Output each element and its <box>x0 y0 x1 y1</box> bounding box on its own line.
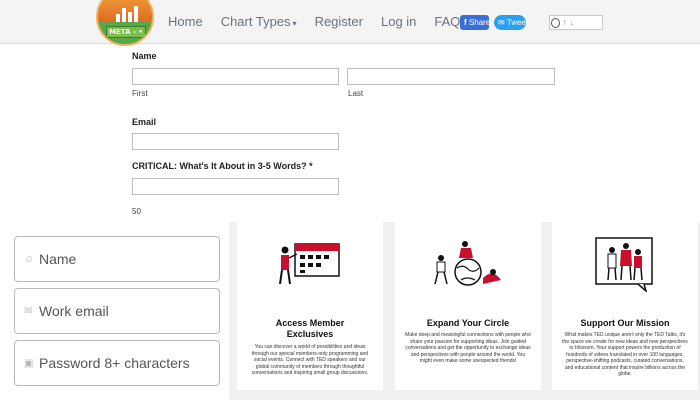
logo-ribbon: META - • <box>106 26 146 38</box>
reddit-icon <box>551 17 560 28</box>
facebook-icon: f <box>464 18 467 27</box>
last-name-input[interactable] <box>347 68 555 85</box>
signup-password-field[interactable]: ▣ Password 8+ characters <box>14 340 220 386</box>
facebook-share-label: Share <box>468 18 491 27</box>
calendar-illustration <box>279 243 340 285</box>
site-logo[interactable]: META - • <box>96 0 154 46</box>
nav-faq[interactable]: FAQ <box>434 14 460 29</box>
critical-input[interactable] <box>132 178 339 195</box>
nav-chart-types[interactable]: Chart Types ▾ <box>221 14 297 29</box>
nav-chart-types-label: Chart Types <box>220 14 291 29</box>
card-body-member-exclusives: You can discover a world of possibilitie… <box>251 344 369 376</box>
card-support-mission: Support Our Mission What makes TED uniqu… <box>552 222 698 390</box>
nav-login[interactable]: Log in <box>381 14 416 29</box>
name-label: Name <box>132 51 157 61</box>
top-navbar: META - • Home Chart Types ▾ Register Log … <box>0 0 700 46</box>
signup-name-field[interactable]: ☺ Name <box>14 236 220 282</box>
card-expand-circle: Expand Your Circle Make deep and meaning… <box>395 222 541 390</box>
twitter-share-label: Tweet <box>506 18 529 27</box>
mail-icon: ✉ <box>24 306 33 317</box>
twitter-icon: ✉ <box>498 18 505 27</box>
last-sub-label: Last <box>348 89 364 98</box>
card-title-member-exclusives-2: Exclusives <box>286 329 334 339</box>
signup-email-field[interactable]: ✉ Work email <box>14 288 220 334</box>
card-title-member-exclusives-1: Access Member <box>275 318 345 328</box>
signup-password-placeholder: Password 8+ characters <box>39 355 190 371</box>
signup-email-placeholder: Work email <box>39 303 109 319</box>
card-body-expand-circle: Make deep and meaningful connections wit… <box>405 332 531 364</box>
person-icon: ☺ <box>24 254 35 265</box>
reddit-vote-widget[interactable]: ↑ ↓ <box>549 15 603 30</box>
main-nav: Home Chart Types ▾ Register Log in FAQ <box>168 14 478 29</box>
lock-icon: ▣ <box>24 358 34 369</box>
speech-bubble-people-illustration <box>595 237 653 292</box>
signup-name-placeholder: Name <box>39 251 77 267</box>
email-label: Email <box>132 117 157 127</box>
card-member-exclusives: Access Member Exclusives You can discove… <box>237 222 383 390</box>
facebook-share-button[interactable]: f Share <box>460 15 491 30</box>
reddit-vote-arrows[interactable]: ↑ ↓ <box>563 17 575 27</box>
card-title-support-mission: Support Our Mission <box>580 318 670 328</box>
critical-label: CRITICAL: What's It About in 3-5 Words? … <box>132 161 313 171</box>
chevron-down-icon: ▾ <box>292 19 297 28</box>
first-name-input[interactable] <box>132 68 339 85</box>
nav-home[interactable]: Home <box>168 14 203 29</box>
card-body-support-mission: What makes TED unique aren't only the TE… <box>562 332 688 377</box>
char-counter: 50 <box>132 207 141 216</box>
email-input[interactable] <box>132 133 339 150</box>
twitter-share-button[interactable]: ✉ Tweet <box>494 15 529 30</box>
card-title-expand-circle: Expand Your Circle <box>426 318 510 328</box>
first-sub-label: First <box>132 89 148 98</box>
nav-register[interactable]: Register <box>315 14 363 29</box>
people-globe-illustration <box>434 241 501 286</box>
logo-chart-icon <box>116 4 138 22</box>
